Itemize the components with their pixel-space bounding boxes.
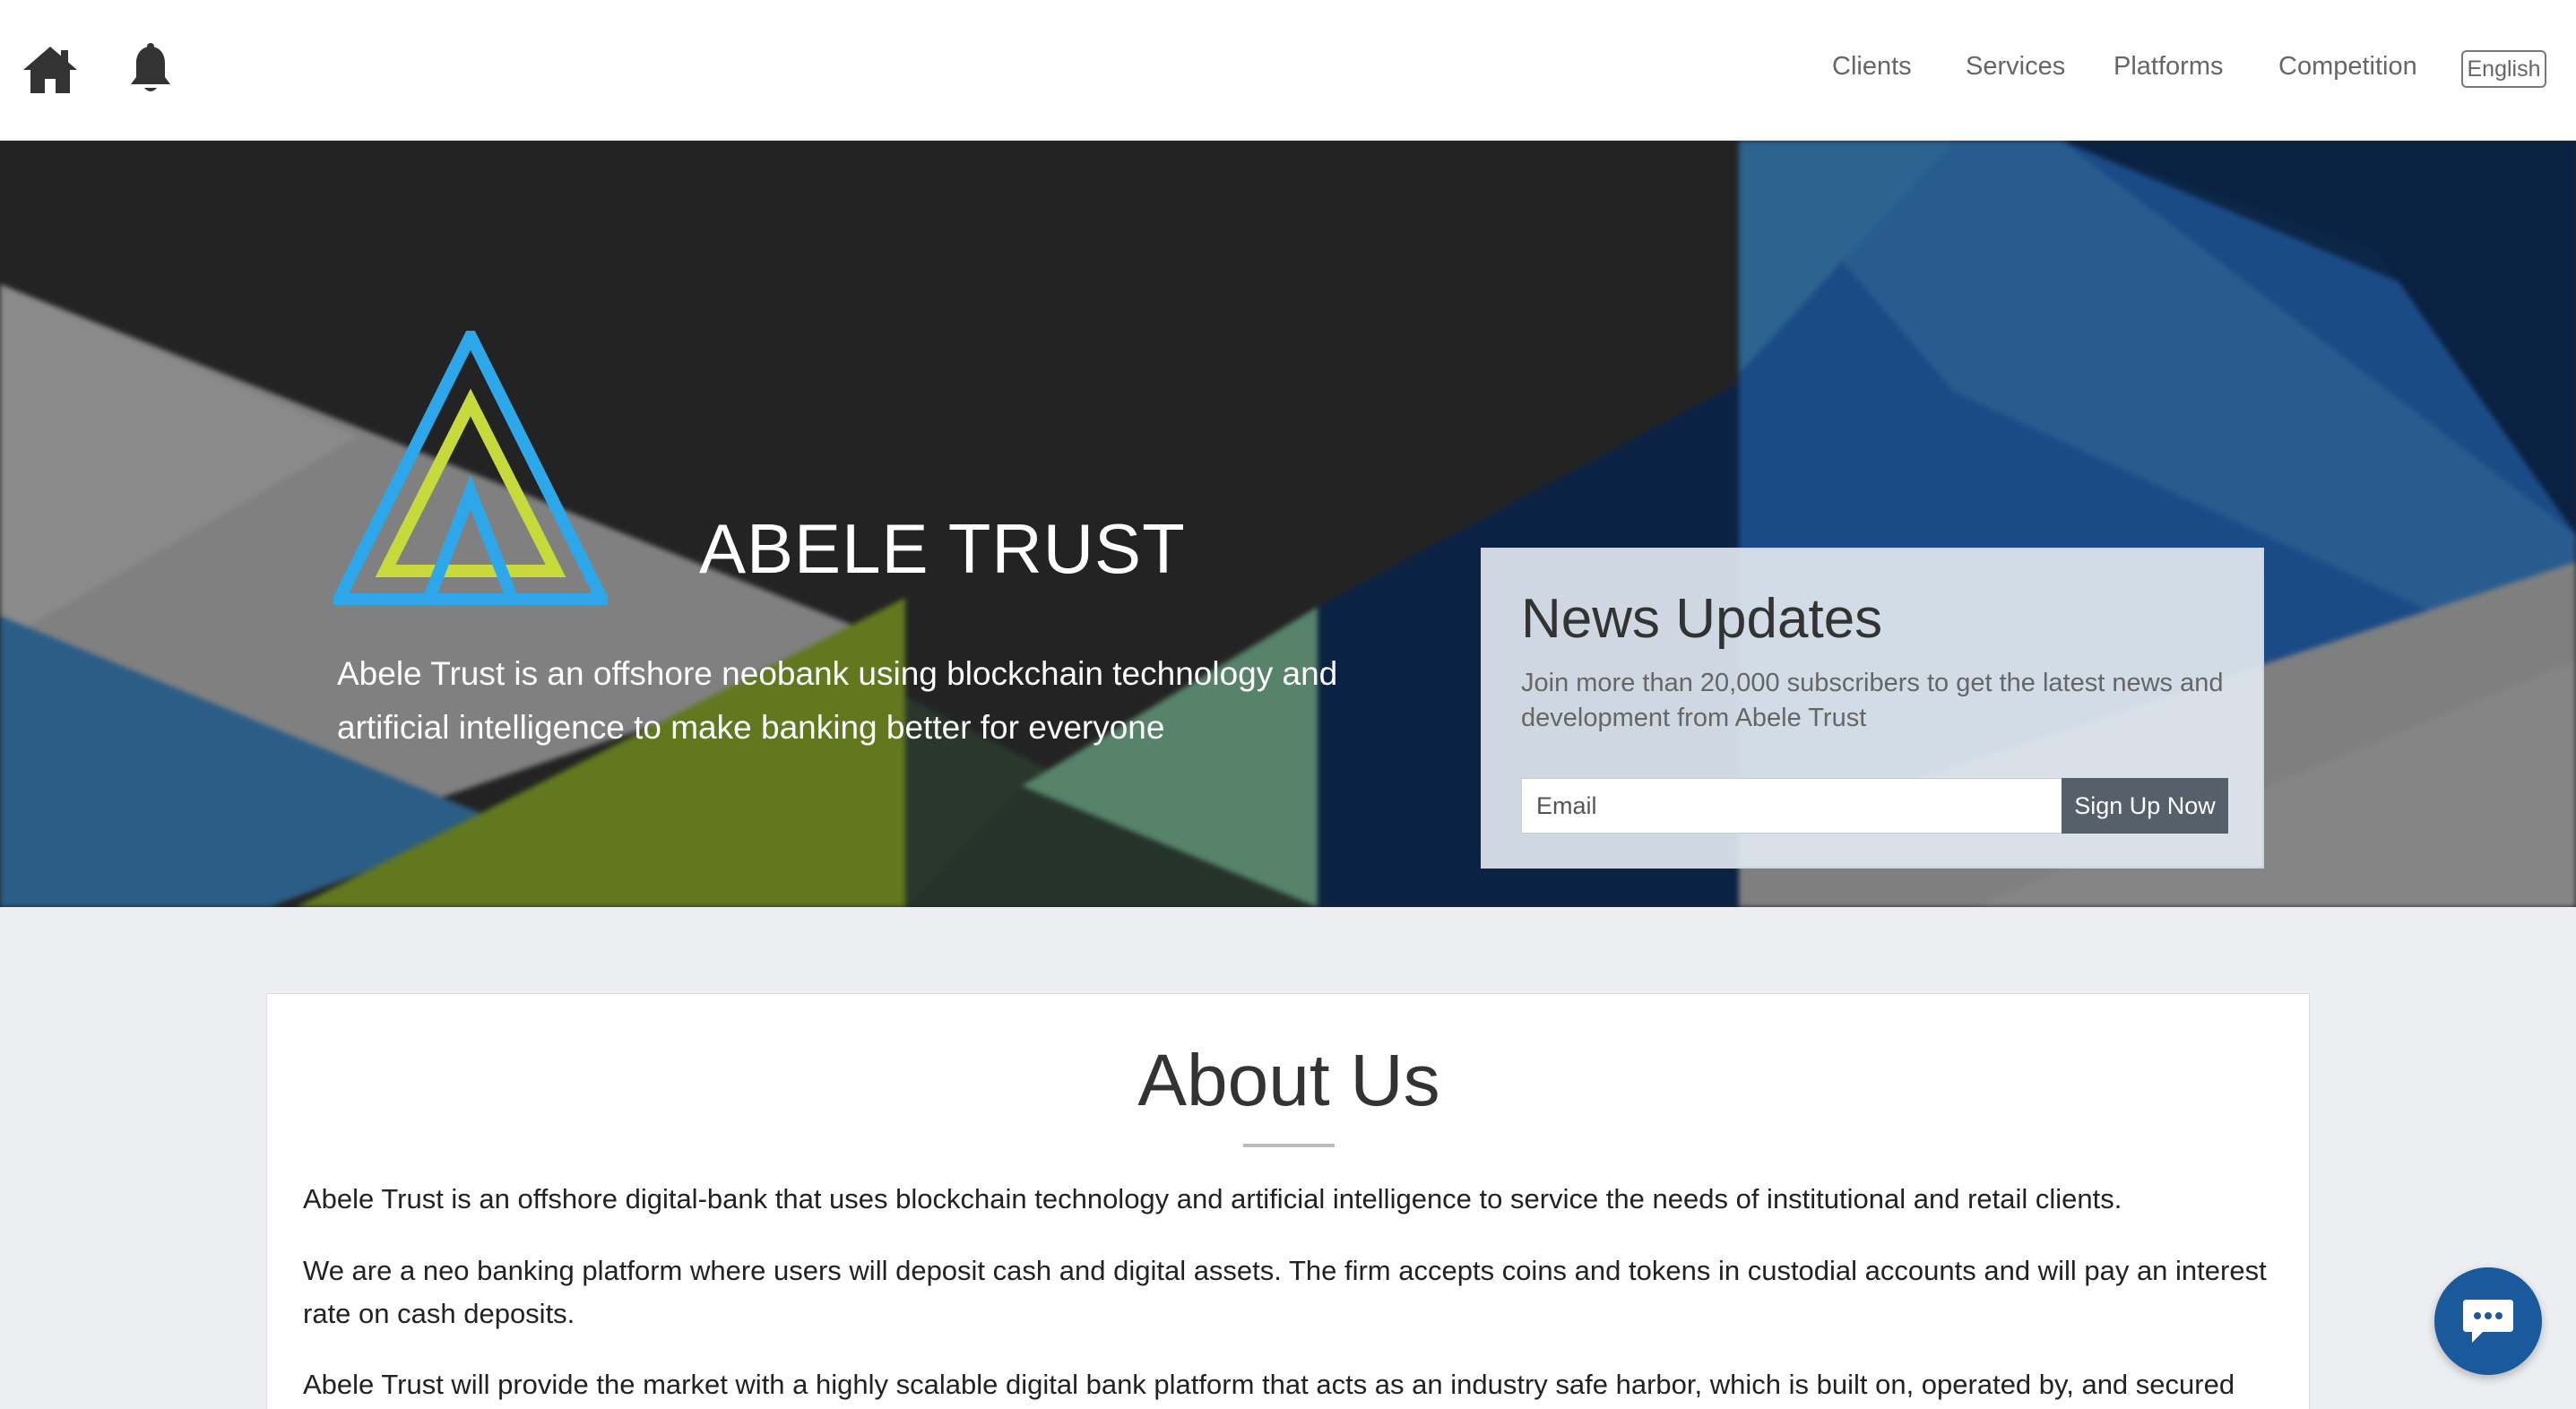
hero-banner: ABELE TRUST Abele Trust is an offshore n… — [0, 141, 2576, 907]
language-selector[interactable]: English — [2461, 50, 2546, 88]
chat-button[interactable] — [2434, 1267, 2542, 1375]
hero-tagline: Abele Trust is an offshore neobank using… — [337, 655, 1338, 746]
abele-trust-logo — [333, 331, 608, 605]
about-us-card: About Us Abele Trust is an offshore digi… — [266, 993, 2310, 1409]
news-title: News Updates — [1521, 588, 1883, 650]
sign-up-button[interactable]: Sign Up Now — [2062, 778, 2228, 834]
news-subtitle: Join more than 20,000 subscribers to get… — [1521, 669, 2224, 732]
about-paragraph-1: Abele Trust is an offshore digital-bank … — [303, 1183, 2122, 1215]
nav-services[interactable]: Services — [1966, 52, 2065, 82]
title-divider — [1243, 1144, 1335, 1147]
news-updates-panel: News Updates Join more than 20,000 subsc… — [1481, 548, 2264, 869]
about-paragraph-2: We are a neo banking platform where user… — [303, 1255, 2267, 1329]
top-navbar: Clients Services Platforms Competition E… — [0, 0, 2576, 141]
nav-platforms[interactable]: Platforms — [2114, 52, 2223, 82]
about-paragraph-3: Abele Trust will provide the market with… — [303, 1369, 2235, 1400]
bell-icon[interactable] — [127, 43, 174, 97]
home-icon[interactable] — [22, 43, 79, 97]
chat-icon — [2463, 1300, 2513, 1343]
nav-clients[interactable]: Clients — [1832, 52, 1912, 82]
about-title: About Us — [1137, 1040, 1440, 1121]
email-input[interactable] — [1521, 778, 2064, 834]
brand-title: ABELE TRUST — [699, 509, 1186, 588]
nav-competition[interactable]: Competition — [2278, 52, 2417, 82]
